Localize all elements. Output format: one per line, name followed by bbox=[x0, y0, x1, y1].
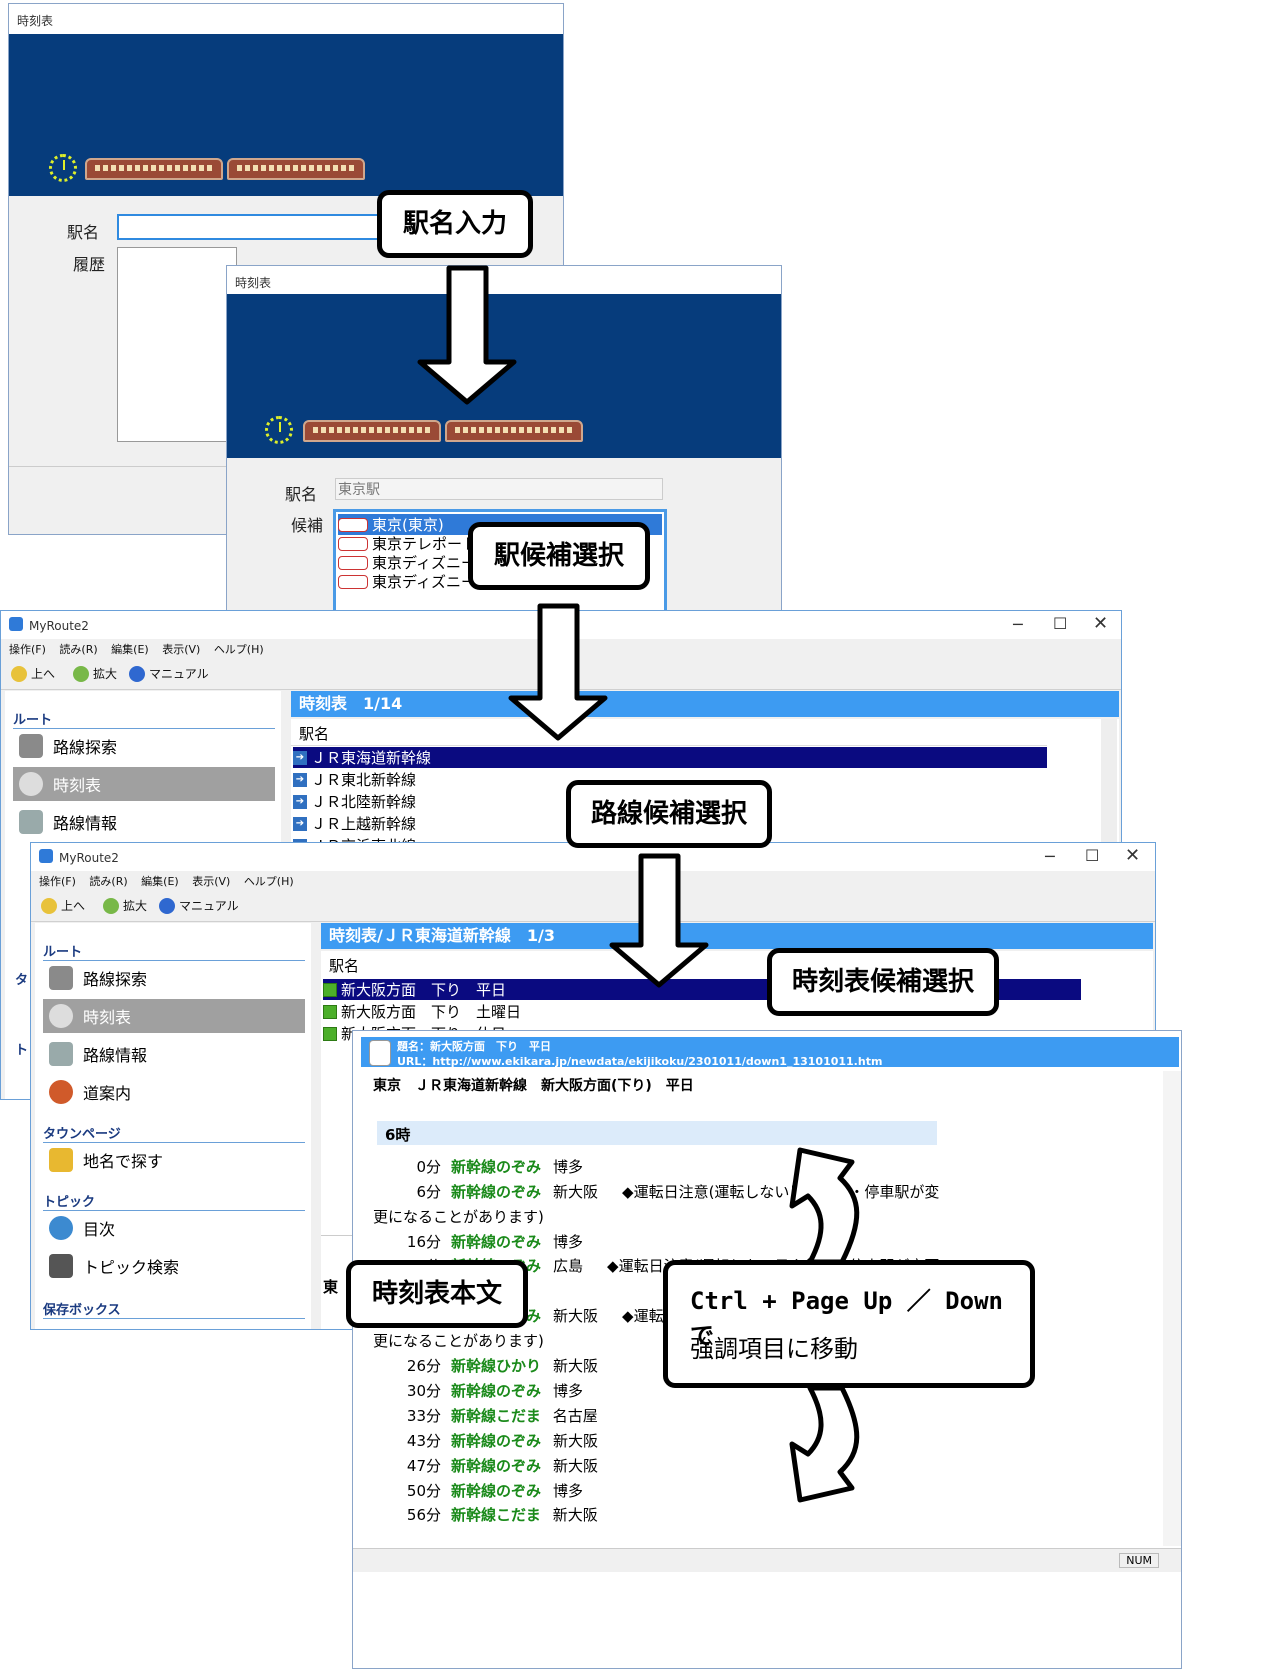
shortcut-line2: 強調項目に移動 bbox=[690, 1335, 858, 1363]
callout-station-input: 駅名入力 bbox=[377, 190, 533, 258]
down-arrow-icon bbox=[609, 853, 709, 988]
callout-route-candidate: 路線候補選択 bbox=[566, 780, 772, 848]
down-arrow-icon bbox=[417, 265, 517, 405]
callout-timetable-body: 時刻表本文 bbox=[346, 1260, 528, 1328]
callout-timetable-candidate: 時刻表候補選択 bbox=[767, 948, 999, 1016]
callout-station-candidate: 駅候補選択 bbox=[468, 522, 650, 590]
callout-shortcut: Ctrl + Page Up ／ Down で 強調項目に移動 bbox=[663, 1260, 1035, 1388]
curved-down-arrow-icon bbox=[789, 1385, 860, 1503]
curved-up-arrow-icon bbox=[789, 1147, 860, 1265]
down-arrow-icon bbox=[508, 603, 608, 741]
